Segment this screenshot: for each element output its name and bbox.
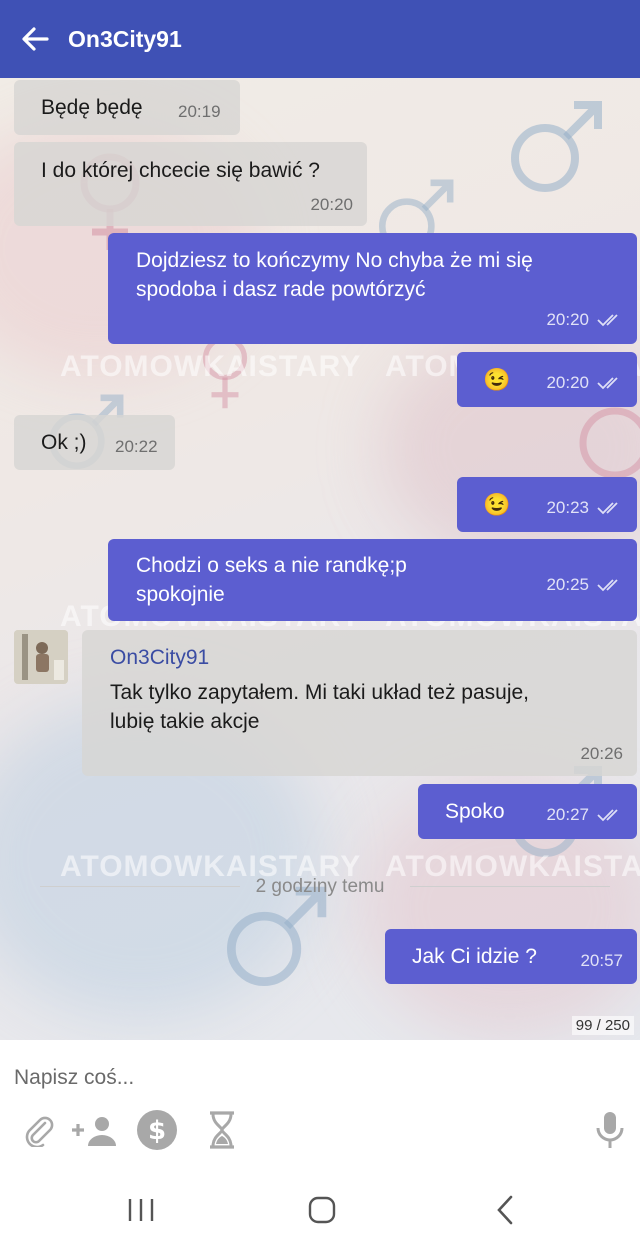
add-contact-button[interactable] (70, 1108, 120, 1152)
message-text: Tak tylko zapytałem. Mi taki układ też p… (110, 681, 530, 704)
voice-message-button[interactable] (588, 1108, 632, 1152)
message-outgoing[interactable]: Dojdziesz to kończymy No chyba że mi się… (108, 233, 637, 344)
message-meta: 20:23 (546, 493, 623, 523)
sender-name: On3City91 (110, 646, 210, 669)
message-text: I do której chcecie się bawić ? (41, 159, 320, 182)
character-counter: 99 / 250 (571, 1016, 634, 1035)
message-time: 20:20 (546, 373, 589, 392)
watermark-text: ATOMOWKAISTARY (60, 350, 362, 383)
read-ticks-icon (597, 579, 618, 592)
message-meta: 20:27 (546, 800, 623, 830)
message-text: spokojnie (136, 583, 225, 606)
payment-button[interactable]: $ (135, 1108, 179, 1152)
attach-button[interactable] (16, 1108, 60, 1152)
read-ticks-icon (597, 809, 618, 822)
message-text: Dojdziesz to kończymy No chyba że mi się (136, 249, 533, 272)
home-button[interactable] (297, 1190, 347, 1230)
message-time: 20:20 (310, 195, 353, 214)
message-text: Chodzi o seks a nie randkę;p (136, 554, 407, 577)
message-text: spodoba i dasz rade powtórzyć (136, 278, 426, 301)
message-meta: 20:20 (546, 368, 623, 398)
chat-title[interactable]: On3City91 (68, 26, 182, 53)
message-composer: $ (0, 1040, 640, 1160)
message-incoming[interactable]: Będę będę 20:19 (14, 80, 240, 135)
read-ticks-icon (597, 502, 618, 515)
recents-icon (128, 1199, 154, 1221)
message-input[interactable] (14, 1062, 574, 1094)
system-nav-bar (0, 1160, 640, 1251)
microphone-icon (596, 1112, 624, 1148)
dollar-icon: $ (137, 1110, 177, 1150)
top-bar: On3City91 (0, 0, 640, 78)
message-time: 20:23 (546, 498, 589, 517)
timer-button[interactable] (200, 1108, 244, 1152)
message-text: Będę będę (41, 96, 143, 119)
recents-button[interactable] (116, 1190, 166, 1230)
message-text: Jak Ci idzie ? (412, 945, 537, 968)
message-incoming[interactable]: On3City91 Tak tylko zapytałem. Mi taki u… (82, 630, 637, 776)
message-text: Ok ;) (41, 431, 87, 454)
emoji: 😉 (483, 492, 511, 517)
time-divider: 2 godziny temu (255, 876, 385, 897)
add-contact-icon (72, 1117, 116, 1146)
divider-line (410, 886, 610, 887)
message-time: 20:27 (546, 805, 589, 824)
message-outgoing[interactable]: 😉 20:23 (457, 477, 637, 532)
hourglass-icon (210, 1111, 234, 1149)
message-time: 20:26 (580, 744, 623, 763)
system-back-button[interactable] (480, 1190, 530, 1230)
message-outgoing[interactable]: Chodzi o seks a nie randkę;p spokojnie 2… (108, 539, 637, 621)
message-outgoing[interactable]: Jak Ci idzie ? 20:57 (385, 929, 637, 984)
read-ticks-icon (597, 314, 618, 327)
message-incoming[interactable]: Ok ;) 20:22 (14, 415, 175, 470)
avatar[interactable] (14, 630, 68, 684)
message-time: 20:19 (178, 102, 221, 121)
circle-decoration-icon (579, 407, 640, 479)
back-arrow-icon (22, 27, 49, 51)
message-incoming[interactable]: I do której chcecie się bawić ? 20:20 (14, 142, 367, 226)
back-button[interactable] (0, 0, 70, 78)
message-time: 20:20 (546, 310, 589, 329)
message-time: 20:22 (115, 437, 158, 456)
avatar-photo-icon (14, 630, 68, 684)
message-meta: 20:20 (546, 305, 623, 335)
chat-area[interactable]: ATOMOWKAISTARY ATOMOWKAISTARY ATOMOWKAIS… (0, 78, 640, 1040)
message-text: Spoko (445, 800, 505, 823)
message-text: lubię takie akcje (110, 710, 260, 733)
message-time: 20:57 (580, 951, 623, 970)
message-meta: 20:25 (546, 570, 623, 600)
home-icon (308, 1196, 336, 1224)
message-outgoing[interactable]: Spoko 20:27 (418, 784, 637, 839)
svg-text:$: $ (148, 1116, 166, 1146)
nav-back-icon (497, 1195, 513, 1225)
male-symbol-icon (511, 101, 602, 192)
emoji: 😉 (483, 367, 511, 392)
message-time: 20:25 (546, 575, 589, 594)
attachment-icon (25, 1116, 54, 1147)
read-ticks-icon (597, 377, 618, 390)
message-outgoing[interactable]: 😉 20:20 (457, 352, 637, 407)
